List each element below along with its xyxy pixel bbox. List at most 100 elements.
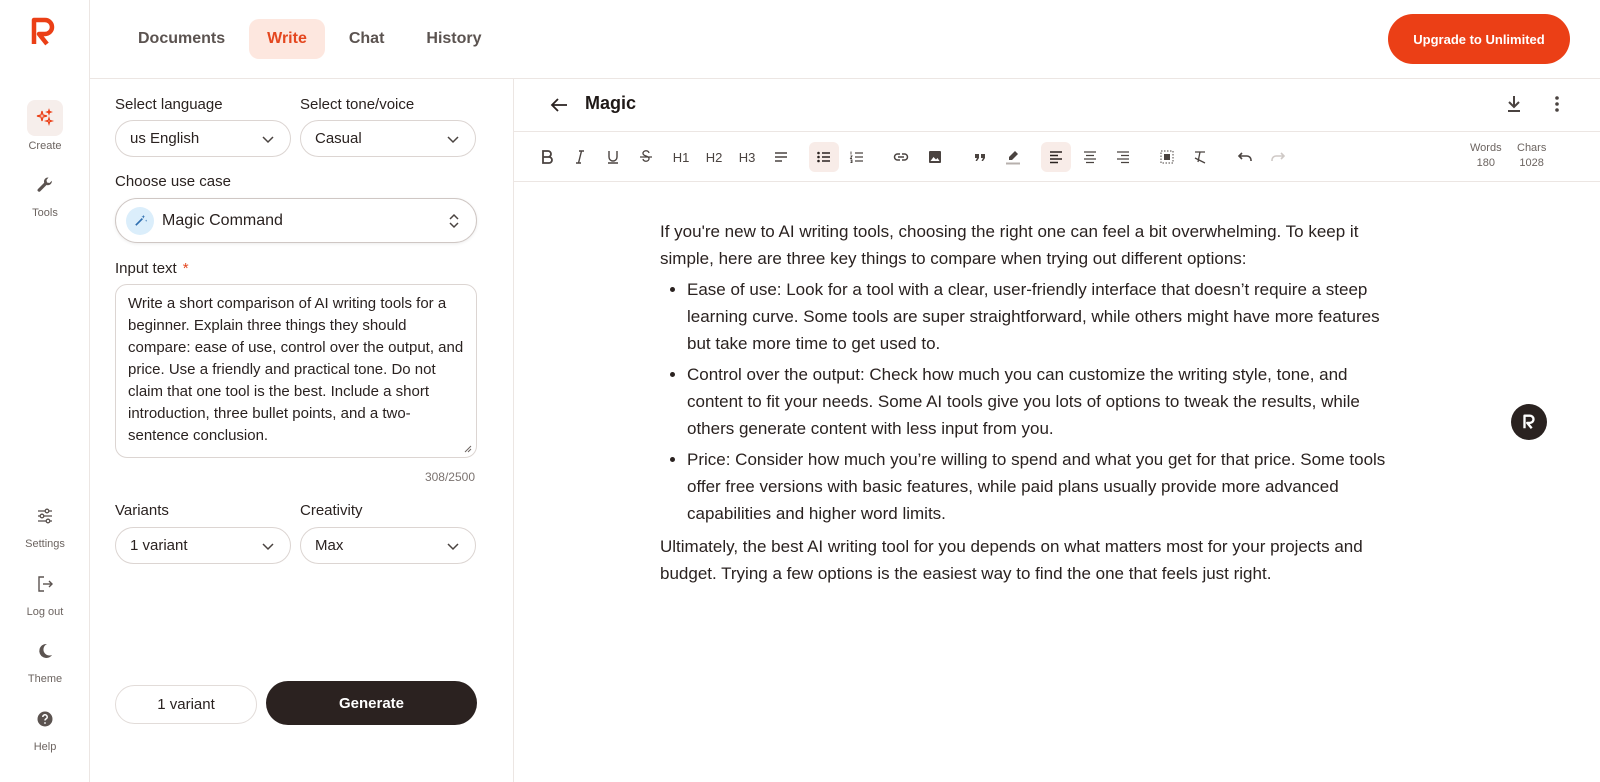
intro-paragraph: If you're new to AI writing tools, choos… (660, 222, 1359, 268)
word-count: Words 180 (1470, 141, 1502, 171)
tab-history[interactable]: History (408, 19, 499, 59)
variants-value: 1 variant (130, 537, 188, 554)
underline-button[interactable] (598, 142, 628, 172)
language-value: us English (130, 130, 200, 147)
align-left-icon (1050, 151, 1062, 164)
redo-icon (1271, 152, 1286, 161)
conclusion-paragraph: Ultimately, the best AI writing tool for… (660, 537, 1363, 583)
language-select[interactable]: us English (115, 120, 291, 157)
chevron-down-icon (262, 136, 274, 144)
clear-format-button[interactable] (1185, 142, 1215, 172)
variant-count-button[interactable]: 1 variant (115, 685, 257, 724)
creativity-label: Creativity (300, 502, 363, 519)
arrow-left-icon[interactable] (548, 94, 570, 116)
char-count-value: 1028 (1519, 157, 1544, 169)
word-count-label: Words (1470, 142, 1502, 154)
quote-button[interactable] (965, 142, 995, 172)
char-counter: 308/2500 (424, 470, 475, 484)
heading2-button[interactable]: H2 (699, 142, 729, 172)
upgrade-button[interactable]: Upgrade to Unlimited (1388, 14, 1570, 64)
assistant-badge[interactable] (1511, 404, 1547, 440)
resize-handle-icon[interactable] (462, 443, 472, 453)
chevron-down-icon (447, 136, 459, 144)
rail-item-logout[interactable]: Log out (0, 566, 90, 618)
editor-header: Magic (514, 79, 1600, 132)
more-vertical-icon[interactable] (1546, 93, 1568, 115)
paragraph-button[interactable] (766, 142, 796, 172)
main-tabs: Documents Write Chat History (120, 19, 500, 59)
download-icon[interactable] (1503, 93, 1525, 115)
bold-button[interactable] (532, 142, 562, 172)
italic-button[interactable] (565, 142, 595, 172)
chevron-updown-icon (449, 213, 459, 229)
left-rail: Create Tools Settings Log out Theme Help (0, 0, 90, 782)
usecase-select[interactable]: Magic Command (115, 198, 477, 243)
language-label: Select language (115, 96, 223, 113)
input-textarea[interactable]: Write a short comparison of AI writing t… (115, 284, 477, 458)
top-bar: Documents Write Chat History Upgrade to … (90, 0, 1600, 79)
bullet-list-icon (817, 151, 830, 163)
rail-item-help[interactable]: Help (0, 701, 90, 753)
input-text-label: Input text * (115, 260, 189, 277)
undo-icon (1237, 152, 1252, 161)
list-item: Ease of use: Look for a tool with a clea… (687, 276, 1390, 357)
align-right-button[interactable] (1108, 142, 1138, 172)
numbered-list-button[interactable] (842, 142, 872, 172)
document-body[interactable]: If you're new to AI writing tools, choos… (660, 218, 1390, 591)
rail-label: Log out (26, 606, 64, 618)
align-right-icon (1117, 151, 1129, 164)
link-icon (893, 153, 909, 161)
rail-item-tools[interactable]: Tools (0, 167, 90, 219)
rail-item-settings[interactable]: Settings (0, 498, 90, 550)
rail-label: Help (33, 741, 57, 753)
rail-item-theme[interactable]: Theme (0, 633, 90, 685)
tone-select[interactable]: Casual (300, 120, 476, 157)
usecase-value: Magic Command (162, 211, 283, 229)
heading1-button[interactable]: H1 (666, 142, 696, 172)
wrench-icon (27, 167, 63, 203)
creativity-value: Max (315, 537, 344, 554)
input-form-panel: Select language Select tone/voice us Eng… (90, 79, 514, 782)
generate-button[interactable]: Generate (266, 681, 477, 725)
align-center-button[interactable] (1075, 142, 1105, 172)
italic-icon (576, 150, 584, 164)
bullet-list-button[interactable] (809, 142, 839, 172)
align-left-button[interactable] (1041, 142, 1071, 172)
bullet-list: Ease of use: Look for a tool with a clea… (687, 276, 1390, 527)
tab-documents[interactable]: Documents (120, 19, 243, 59)
r-logo-icon (1523, 414, 1535, 430)
link-button[interactable] (886, 142, 916, 172)
paragraph-icon (775, 152, 787, 162)
variants-select[interactable]: 1 variant (115, 527, 291, 564)
clear-format-icon (1194, 151, 1206, 164)
list-item: Control over the output: Check how much … (687, 361, 1390, 442)
rail-label: Settings (25, 538, 65, 550)
sliders-icon (27, 498, 63, 534)
r-logo-icon[interactable] (30, 16, 58, 46)
usecase-label: Choose use case (115, 173, 231, 190)
tone-label: Select tone/voice (300, 96, 415, 113)
rail-label: Theme (27, 673, 63, 685)
moon-icon (27, 633, 63, 669)
input-text-label-text: Input text (115, 260, 177, 277)
rail-label: Create (28, 140, 62, 152)
char-count-label: Chars (1517, 142, 1547, 154)
numbered-list-icon (849, 151, 863, 163)
rail-item-create[interactable]: Create (0, 100, 90, 152)
quote-icon (975, 154, 985, 161)
select-all-icon (1160, 150, 1174, 164)
heading3-button[interactable]: H3 (732, 142, 762, 172)
strikethrough-button[interactable] (631, 142, 661, 172)
strikethrough-icon (640, 150, 652, 162)
redo-button[interactable] (1263, 142, 1293, 172)
highlight-button[interactable] (998, 142, 1028, 172)
creativity-select[interactable]: Max (300, 527, 476, 564)
undo-button[interactable] (1230, 142, 1260, 172)
tab-chat[interactable]: Chat (331, 19, 403, 59)
char-count: Chars 1028 (1517, 141, 1546, 171)
editor-panel: Magic H1 H2 H3 Words 180 Chars 1028 If y… (514, 79, 1600, 782)
image-button[interactable] (920, 142, 950, 172)
select-all-button[interactable] (1152, 142, 1182, 172)
tab-write[interactable]: Write (249, 19, 325, 59)
chevron-down-icon (262, 543, 274, 551)
